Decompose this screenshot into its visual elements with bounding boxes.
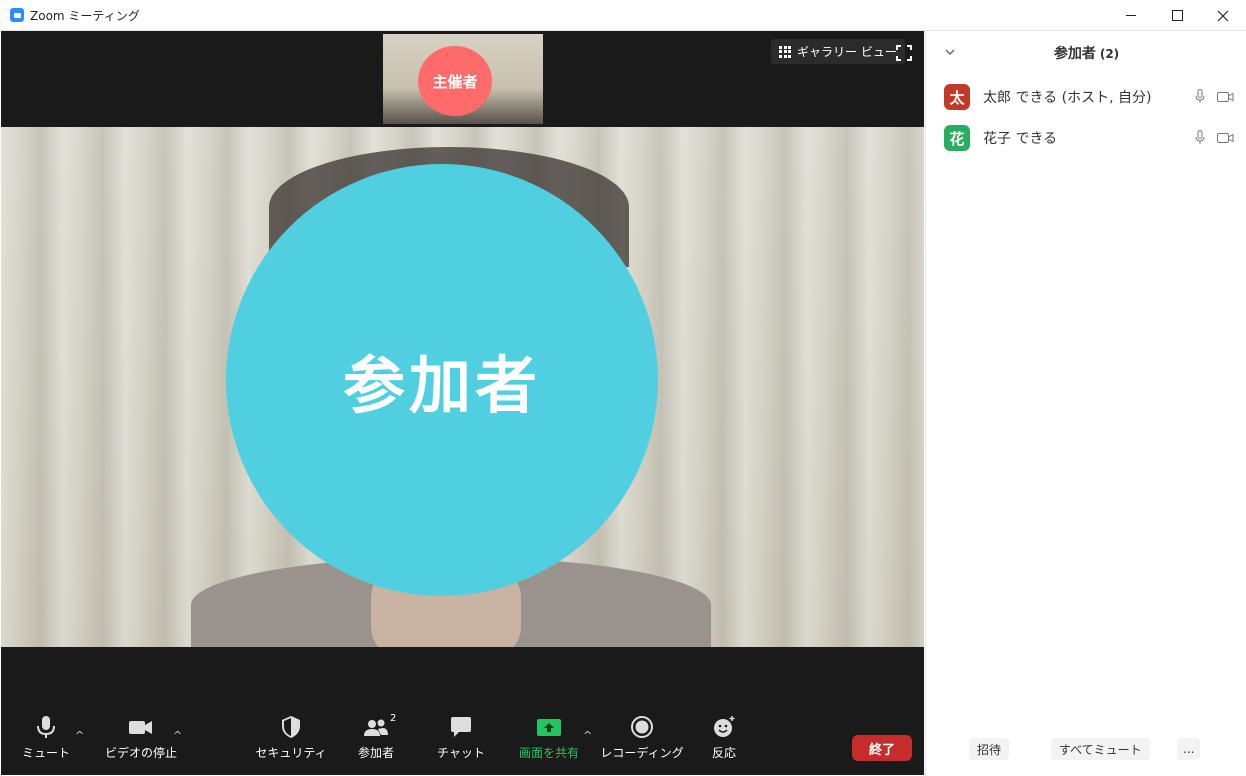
close-button[interactable] xyxy=(1200,0,1246,31)
participant-avatar: 太 xyxy=(944,84,970,110)
participant-status-icons xyxy=(1195,89,1234,104)
stop-video-label: ビデオの停止 xyxy=(104,746,177,760)
participants-count-badge: 2 xyxy=(390,713,397,724)
participant-face-mask: 参加者 xyxy=(226,164,658,596)
more-options-button[interactable]: ... xyxy=(1177,738,1201,760)
audio-options-caret[interactable]: ^ xyxy=(75,729,84,742)
video-camera-icon xyxy=(129,721,152,734)
zoom-logo-icon xyxy=(10,8,24,22)
smiley-plus-icon xyxy=(714,716,735,737)
participants-panel: 参加者 (2) 太 太郎 できる (ホスト, 自分) 花 花子 できる 招待 す… xyxy=(925,31,1246,776)
participant-name: 太郎 できる (ホスト, 自分) xyxy=(983,90,1152,106)
invite-button[interactable]: 招待 xyxy=(969,738,1010,760)
participant-row[interactable]: 花 花子 できる xyxy=(944,125,1234,151)
main-participant-video[interactable]: 参加者 xyxy=(1,127,924,647)
shield-icon xyxy=(282,716,300,738)
host-thumbnail-video[interactable]: 主催者 xyxy=(383,34,543,124)
chat-button[interactable]: チャット xyxy=(416,715,506,761)
share-screen-icon xyxy=(537,719,561,736)
video-area: 主催者 ギャラリー ビュー 参加者 ミュート ^ ビデオの停止 ^ セキュリティ… xyxy=(1,31,924,775)
participants-label: 参加者 xyxy=(357,746,394,760)
chat-label: チャット xyxy=(437,746,485,760)
reactions-button[interactable]: 反応 xyxy=(679,715,769,761)
microphone-icon[interactable] xyxy=(1195,130,1205,145)
chat-bubble-icon xyxy=(451,717,471,737)
video-options-caret[interactable]: ^ xyxy=(173,729,182,742)
participant-avatar: 花 xyxy=(944,125,970,151)
share-options-caret[interactable]: ^ xyxy=(583,729,592,742)
panel-title-text: 参加者 xyxy=(1053,46,1096,62)
reactions-label: 反応 xyxy=(711,746,736,760)
security-label: セキュリティ xyxy=(255,746,327,760)
title-bar: Zoom ミーティング xyxy=(0,0,1246,31)
security-button[interactable]: セキュリティ xyxy=(246,715,336,761)
microphone-icon[interactable] xyxy=(1195,89,1205,104)
participant-row[interactable]: 太 太郎 できる (ホスト, 自分) xyxy=(944,84,1234,110)
participant-status-icons xyxy=(1195,130,1234,145)
window-controls xyxy=(1108,0,1246,31)
maximize-button[interactable] xyxy=(1154,0,1200,31)
video-camera-icon[interactable] xyxy=(1217,91,1234,103)
minimize-button[interactable] xyxy=(1108,0,1154,31)
mute-label: ミュート xyxy=(21,746,70,760)
participants-panel-footer: 招待 すべてミュート ... xyxy=(926,738,1246,760)
host-face-mask: 主催者 xyxy=(418,46,492,116)
record-icon xyxy=(631,716,653,738)
video-camera-icon[interactable] xyxy=(1217,132,1234,144)
mute-all-button[interactable]: すべてミュート xyxy=(1051,738,1150,760)
participants-button[interactable]: 参加者 xyxy=(331,715,421,761)
grid-icon xyxy=(779,45,791,58)
recording-button[interactable]: レコーディング xyxy=(597,715,687,761)
people-icon xyxy=(364,719,388,736)
gallery-view-button[interactable]: ギャラリー ビュー xyxy=(771,39,905,64)
microphone-icon xyxy=(37,716,55,738)
meeting-toolbar: ミュート ^ ビデオの停止 ^ セキュリティ 参加者 2 チャット 画面を共有 … xyxy=(1,713,924,775)
window-title: Zoom ミーティング xyxy=(30,8,140,23)
gallery-view-label: ギャラリー ビュー xyxy=(797,45,897,59)
share-screen-button[interactable]: 画面を共有 xyxy=(504,715,594,761)
fullscreen-icon[interactable] xyxy=(896,45,912,61)
end-meeting-button[interactable]: 終了 xyxy=(852,735,912,761)
recording-label: レコーディング xyxy=(600,746,684,760)
participants-panel-title: 参加者 (2) xyxy=(926,43,1246,63)
participant-name: 花子 できる xyxy=(983,131,1058,147)
panel-title-count: (2) xyxy=(1099,47,1120,61)
share-screen-label: 画面を共有 xyxy=(518,746,579,760)
close-icon xyxy=(1217,10,1229,21)
